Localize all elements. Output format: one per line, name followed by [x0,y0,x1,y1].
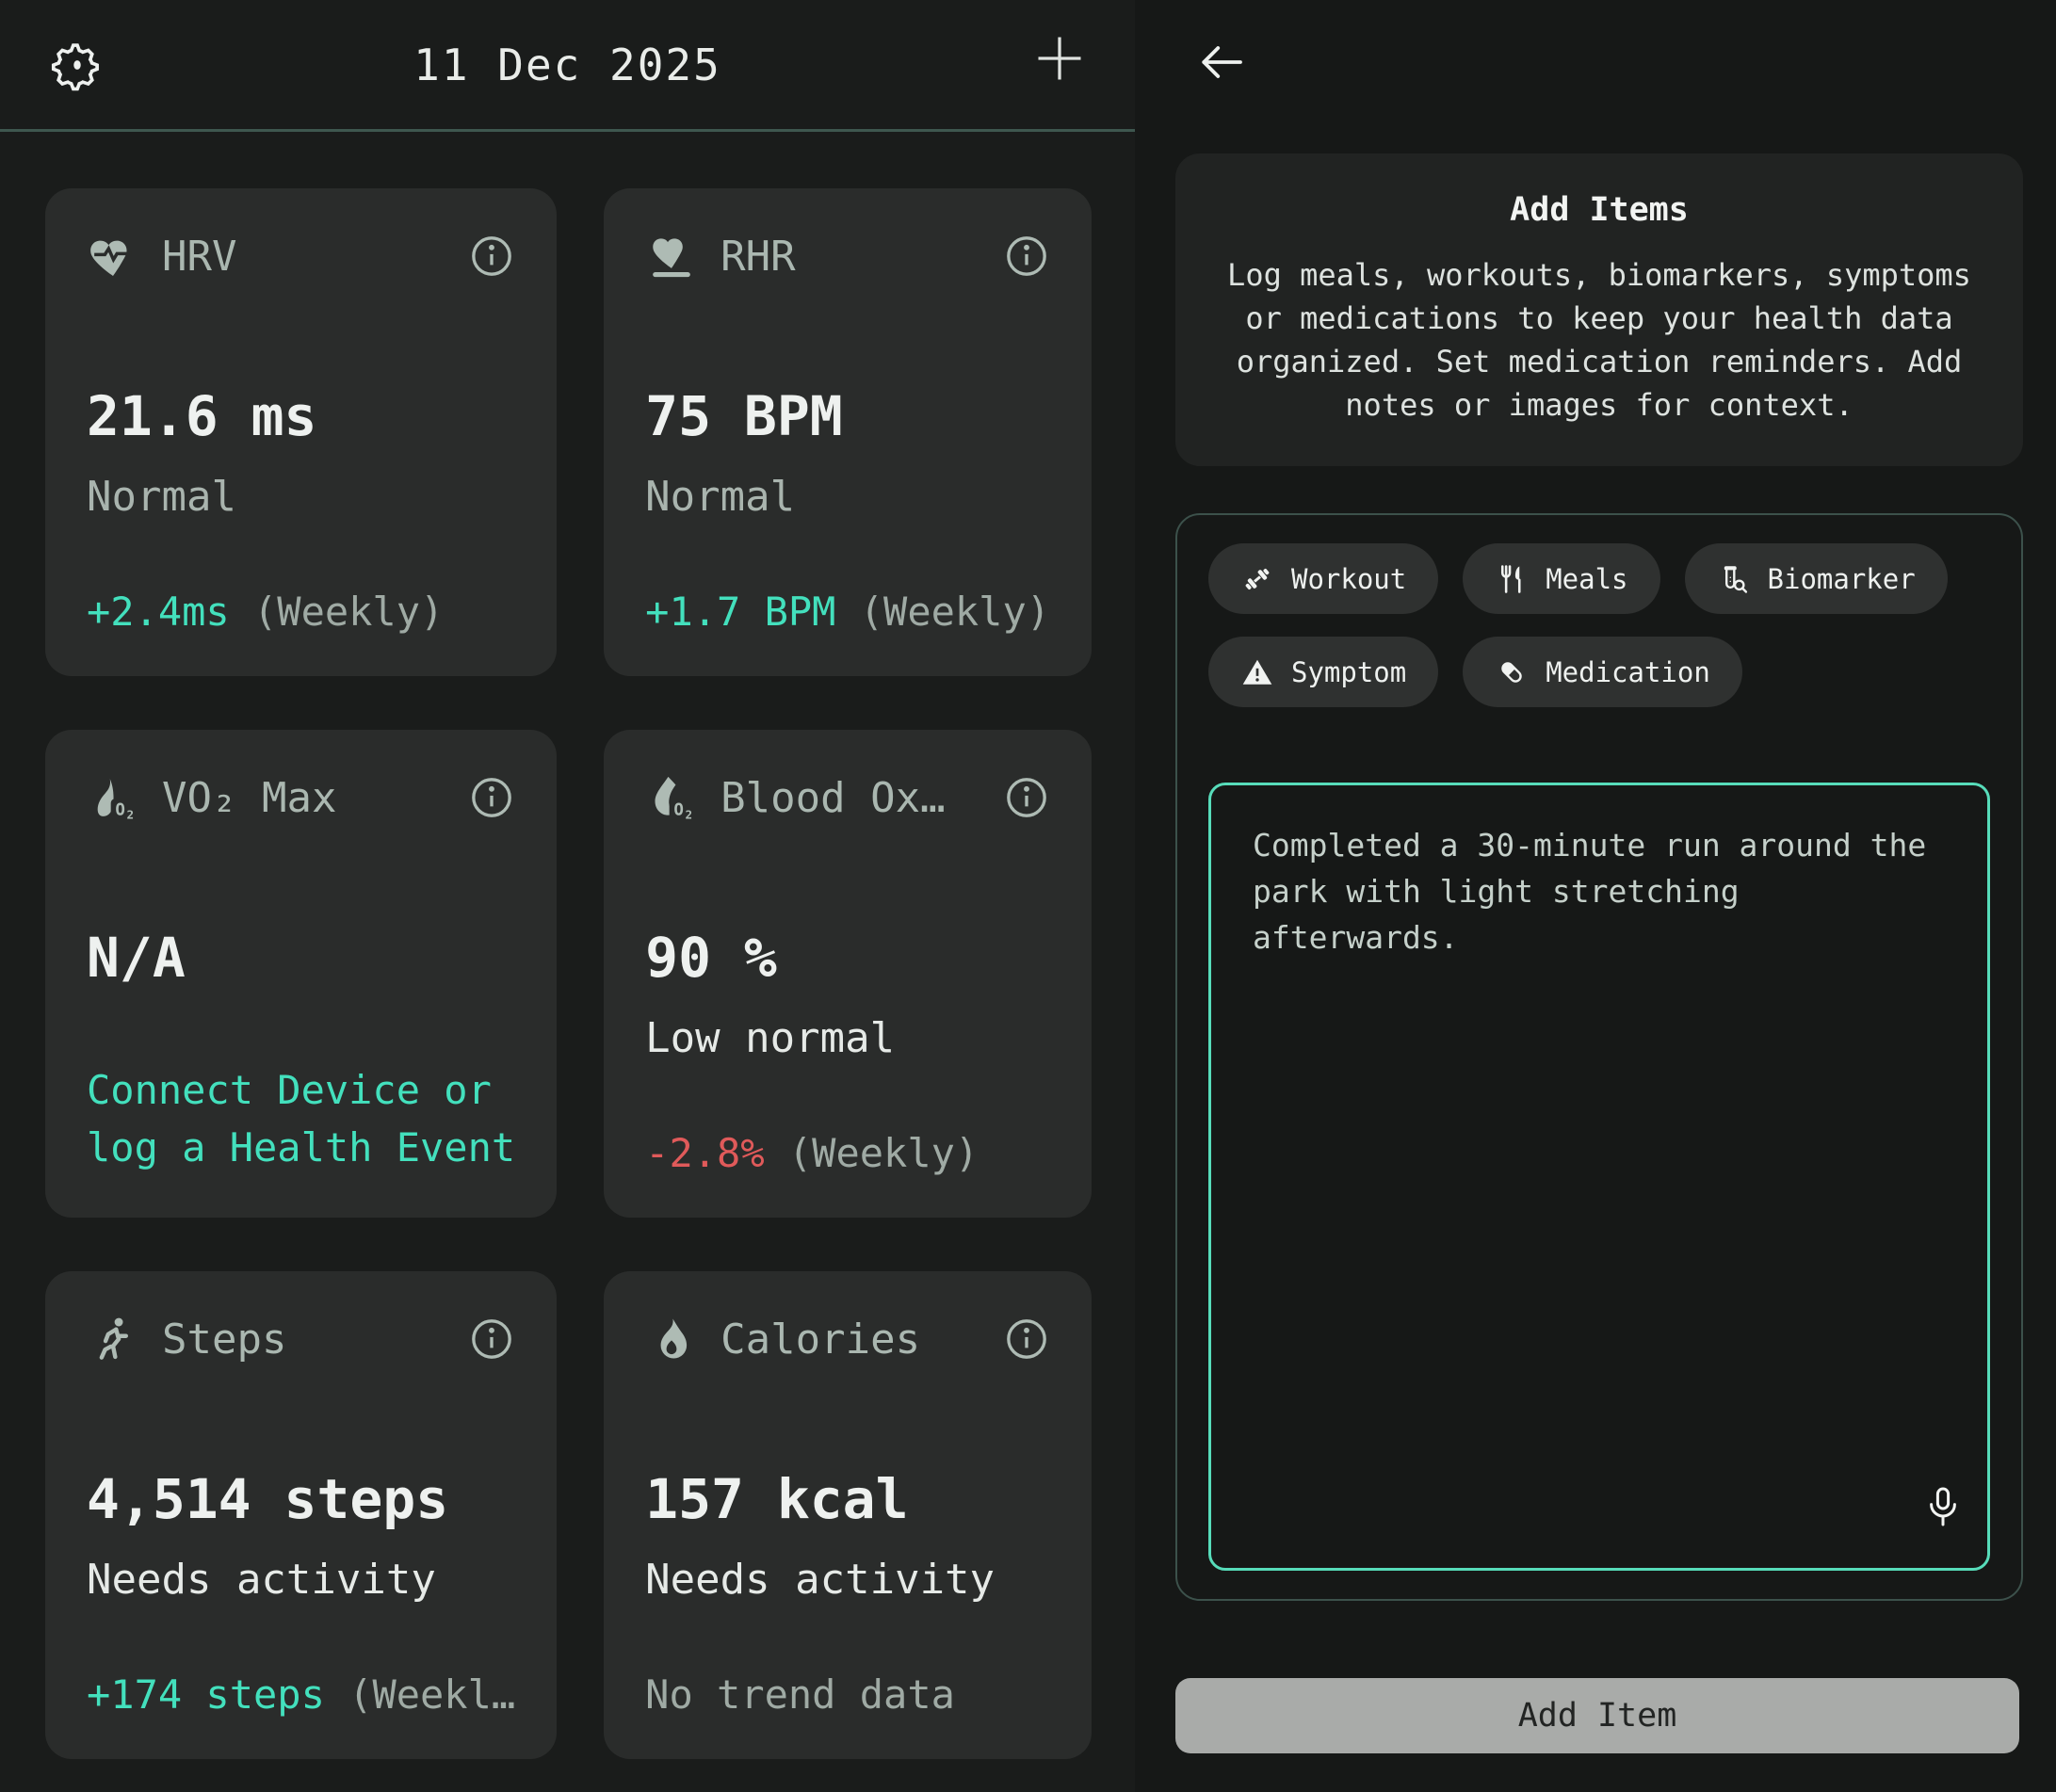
card-header: Calories [645,1313,1050,1365]
trend-period: No trend data [645,1671,955,1718]
chip-symptom[interactable]: Symptom [1208,637,1438,707]
add-item-button[interactable]: Add Item [1175,1678,2019,1753]
chip-label: Meals [1546,563,1627,595]
chip-label: Medication [1546,656,1710,688]
metric-card-vo2max[interactable]: O 2 VO₂ Max N/A Connect Device or log a … [45,730,557,1218]
metric-title: Calories [720,1316,920,1364]
date-title[interactable]: 11 Dec 2025 [0,40,1135,90]
info-icon[interactable] [1003,1316,1050,1363]
metric-card-steps[interactable]: Steps 4,514 steps Needs activity +174 st… [45,1271,557,1759]
metric-value: 4,514 steps [87,1467,515,1531]
dashboard-header: 11 Dec 2025 [0,0,1135,132]
metric-card-hrv[interactable]: HRV 21.6 ms Normal +2.4ms (Weekly) [45,188,557,676]
chip-workout[interactable]: Workout [1208,543,1438,614]
metric-trend: No trend data [645,1671,1050,1718]
chip-label: Symptom [1291,656,1406,688]
chip-meals[interactable]: Meals [1463,543,1659,614]
trend-period: (Weekly) [835,589,1050,635]
pill-icon [1495,655,1529,689]
metric-value: N/A [87,926,515,990]
trend-value: +174 steps [87,1671,325,1718]
svg-text:2: 2 [126,807,134,821]
info-icon[interactable] [468,233,515,280]
info-icon[interactable] [1003,774,1050,821]
chip-label: Workout [1291,563,1406,595]
metric-title: Blood Ox… [720,774,945,822]
add-items-description: Log meals, workouts, biomarkers, symptom… [1204,253,1995,427]
metric-cards-grid: HRV 21.6 ms Normal +2.4ms (Weekly) [0,132,1135,1759]
add-items-panel: Add Items Log meals, workouts, biomarker… [1135,0,2056,1792]
add-items-title: Add Items [1204,191,1995,229]
add-items-info-card: Add Items Log meals, workouts, biomarker… [1175,153,2023,466]
trend-value: -2.8% [645,1130,764,1176]
trend-value: +1.7 BPM [645,589,835,635]
heart-pulse-icon [87,230,139,283]
chip-medication[interactable]: Medication [1463,637,1742,707]
metric-trend: -2.8% (Weekly) [645,1130,1050,1176]
metric-title: RHR [720,233,795,281]
connect-device-link[interactable]: Connect Device or log a Health Event [87,1062,515,1176]
metric-value: 75 BPM [645,384,1050,448]
card-header: HRV [87,230,515,283]
chip-biomarker[interactable]: Biomarker [1685,543,1948,614]
info-icon[interactable] [468,1316,515,1363]
note-input-wrap: Completed a 30-minute run around the par… [1208,783,1990,1571]
card-header: O 2 VO₂ Max [87,771,515,824]
metric-title: HRV [162,233,236,281]
metric-status: Low normal [645,1014,1050,1062]
metric-card-rhr[interactable]: RHR 75 BPM Normal +1.7 BPM (Weekly) [604,188,1092,676]
svg-text:O: O [115,801,125,820]
metric-status: Needs activity [645,1556,1050,1604]
metric-card-blood-oxygen[interactable]: O 2 Blood Ox… 90 % Low normal -2.8% (Wee… [604,730,1092,1218]
metric-value: 21.6 ms [87,384,515,448]
chip-label: Biomarker [1768,563,1916,595]
trend-value: +2.4ms [87,589,230,635]
metric-value: 157 kcal [645,1467,1050,1531]
metric-title: VO₂ Max [162,774,336,822]
info-icon[interactable] [1003,233,1050,280]
metric-trend: +1.7 BPM (Weekly) [645,589,1050,635]
metric-status: Normal [645,473,1050,521]
warning-triangle-icon [1240,655,1274,689]
dumbbell-icon [1240,562,1274,596]
card-header: Steps [87,1313,515,1365]
info-icon[interactable] [468,774,515,821]
compose-container: Workout Meals [1175,513,2023,1601]
svg-text:2: 2 [686,807,693,821]
card-header: O 2 Blood Ox… [645,771,1050,824]
note-input[interactable]: Completed a 30-minute run around the par… [1208,783,1990,1571]
dashboard-panel: 11 Dec 2025 HRV [0,0,1135,1792]
metric-title: Steps [162,1316,286,1364]
item-type-chips: Workout Meals [1208,543,1990,707]
trend-period: (Weekly) [230,589,445,635]
lungs-o2-icon: O 2 [87,771,139,824]
utensils-icon [1495,562,1529,596]
svg-text:O: O [674,801,685,820]
blood-drop-o2-icon: O 2 [645,771,698,824]
microphone-icon[interactable] [1920,1484,1966,1529]
metric-trend: +2.4ms (Weekly) [87,589,515,635]
runner-icon [87,1313,139,1365]
trend-period: (Weekl… [325,1671,515,1718]
metric-card-calories[interactable]: Calories 157 kcal Needs activity No tren… [604,1271,1092,1759]
metric-status: Needs activity [87,1556,515,1604]
card-header: RHR [645,230,1050,283]
back-arrow-icon[interactable] [1193,34,1250,90]
metric-status: Normal [87,473,515,521]
metric-value: 90 % [645,926,1050,990]
plus-icon[interactable] [1031,30,1088,87]
trend-period: (Weekly) [765,1130,979,1176]
test-tube-search-icon [1717,562,1751,596]
metric-trend: +174 steps (Weekl… [87,1671,515,1718]
heart-monitor-icon [645,230,698,283]
flame-icon [645,1313,698,1365]
